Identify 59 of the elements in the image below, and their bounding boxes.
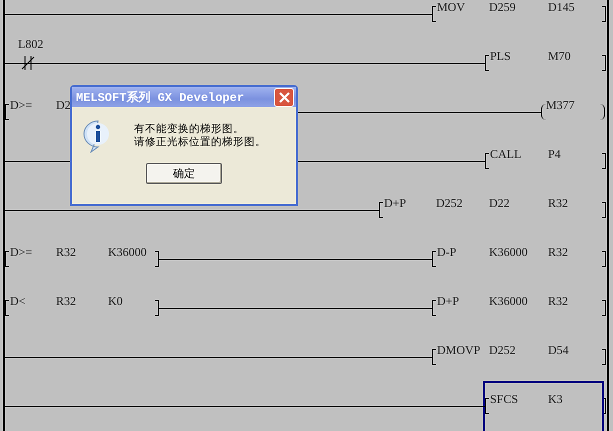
instruction-label: D-P: [437, 246, 456, 259]
instruction-label: SFCS: [490, 393, 518, 406]
operand-label: P4: [548, 148, 561, 161]
operand-label: K36000: [108, 246, 147, 259]
instruction-label: D>=: [10, 246, 32, 259]
instruction-bracket: [5, 104, 9, 120]
operand-label: D2: [56, 99, 71, 112]
instruction-label: D+P: [437, 295, 460, 308]
instruction-bracket: [155, 300, 159, 316]
instruction-label: CALL: [490, 148, 522, 161]
instruction-bracket: [602, 202, 606, 218]
instruction-bracket: [379, 202, 383, 218]
operand-label: M70: [548, 50, 571, 63]
instruction-bracket: [602, 300, 606, 316]
instruction-bracket: [432, 349, 436, 365]
ok-button[interactable]: 确定: [146, 163, 222, 184]
operand-label: D252: [436, 197, 463, 210]
close-button[interactable]: [274, 88, 294, 106]
instruction-label: PLS: [490, 50, 511, 63]
instruction-label: DMOVP: [437, 344, 480, 357]
operand-label: D145: [548, 1, 575, 14]
instruction-bracket: [432, 6, 436, 22]
window-title: MELSOFT系列 GX Developer: [76, 90, 244, 106]
instruction-bracket: [602, 6, 606, 22]
operand-label: D22: [489, 197, 510, 210]
instruction-bracket: [432, 300, 436, 316]
instruction-bracket: [602, 55, 606, 71]
instruction-bracket: [155, 251, 159, 267]
operand-label: D252: [489, 344, 516, 357]
operand-label: R32: [548, 295, 568, 308]
operand-label: K36000: [489, 295, 528, 308]
instruction-label: MOV: [437, 1, 466, 14]
operand-label: K3: [548, 393, 563, 406]
operand-label: K0: [108, 295, 123, 308]
instruction-bracket: [485, 398, 489, 414]
device-label: L802: [18, 38, 44, 51]
operand-label: R32: [56, 246, 76, 259]
operand-label: R32: [548, 197, 568, 210]
instruction-bracket: [485, 55, 489, 71]
instruction-label: D<: [10, 295, 26, 308]
operand-label: K36000: [489, 246, 528, 259]
close-icon: [278, 92, 290, 102]
instruction-bracket: [602, 398, 606, 414]
message-text: 有不能变换的梯形图。: [134, 123, 245, 136]
instruction-bracket: [602, 251, 606, 267]
instruction-bracket: [602, 153, 606, 169]
instruction-bracket: [5, 300, 9, 316]
coil-label: M377: [546, 99, 575, 112]
operand-label: D259: [489, 1, 516, 14]
instruction-bracket: [432, 251, 436, 267]
instruction-bracket: [602, 349, 606, 365]
operand-label: D54: [548, 344, 569, 357]
operand-label: R32: [56, 295, 76, 308]
message-text: 请修正光标位置的梯形图。: [134, 136, 266, 149]
instruction-label: D+P: [384, 197, 406, 210]
instruction-label: D>=: [10, 99, 32, 112]
instruction-bracket: [485, 153, 489, 169]
operand-label: R32: [548, 246, 568, 259]
instruction-bracket: [5, 251, 9, 267]
